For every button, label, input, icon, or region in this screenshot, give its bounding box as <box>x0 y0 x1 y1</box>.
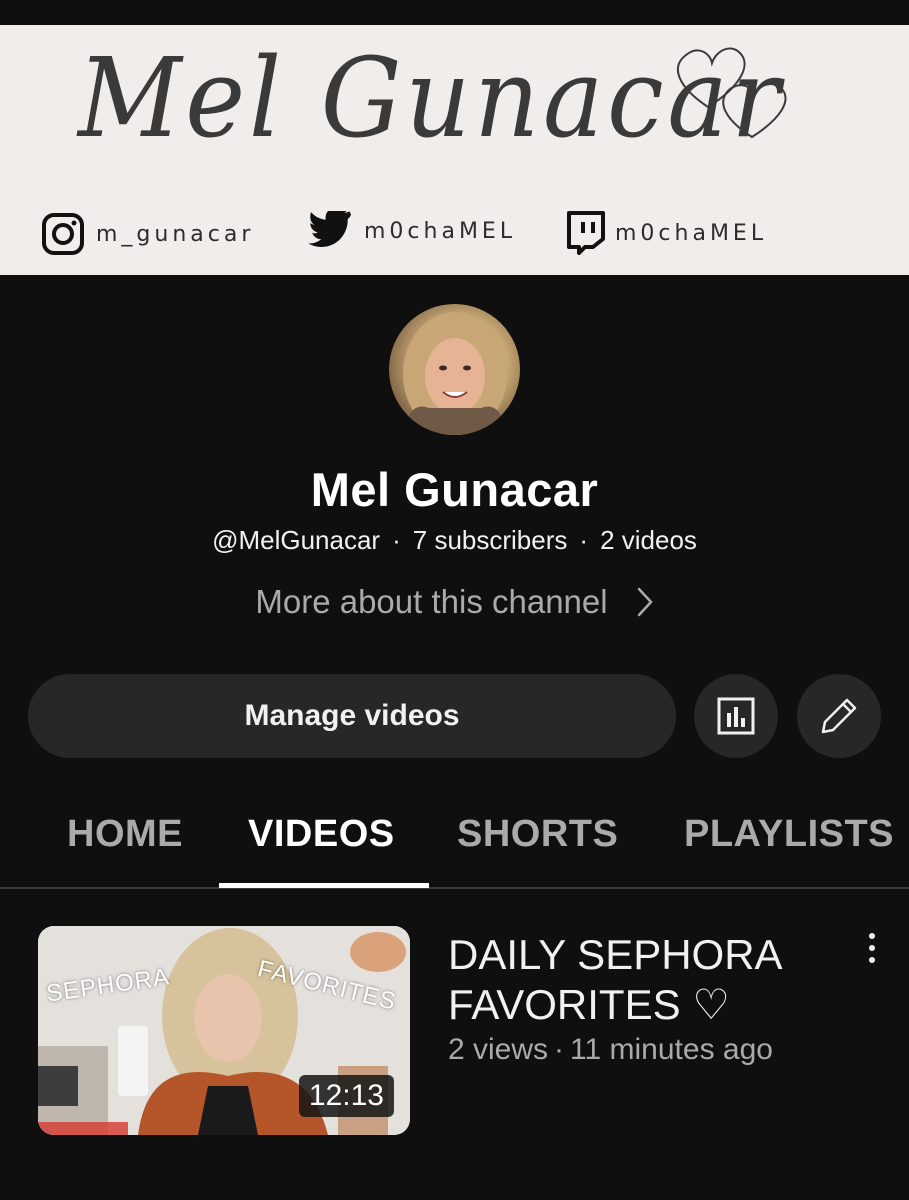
twitter-icon <box>308 211 352 247</box>
separator-dot: · <box>579 525 589 555</box>
tab-videos[interactable]: VIDEOS <box>248 813 395 856</box>
twitch-link: m0chaMEL <box>565 211 767 255</box>
video-age: 11 minutes ago <box>570 1033 773 1066</box>
video-thumbnail[interactable]: SEPHORA FAVORITES 12:13 <box>38 926 410 1135</box>
video-title[interactable]: DAILY SEPHORA FAVORITES ♡ <box>448 930 848 1030</box>
pencil-icon <box>821 698 857 734</box>
instagram-icon <box>42 213 84 255</box>
separator-dot: · <box>392 525 401 555</box>
manage-videos-button[interactable]: Manage videos <box>28 674 676 758</box>
tab-home[interactable]: HOME <box>67 813 183 856</box>
kebab-menu-icon <box>869 933 875 963</box>
twitter-link: m0chaMEL <box>308 211 516 251</box>
channel-banner: Mel Gunacar m_gunacar m0chaMEL m0chaMEL <box>0 25 909 275</box>
channel-handle: @MelGunacar <box>212 525 381 555</box>
analytics-icon <box>717 697 755 735</box>
channel-page: Mel Gunacar m_gunacar m0chaMEL m0chaMEL … <box>0 0 909 1200</box>
status-bar <box>0 0 909 25</box>
hearts-icon <box>676 47 787 139</box>
subscriber-count: 7 subscribers <box>412 525 568 555</box>
more-about-label: More about this channel <box>255 583 608 620</box>
twitch-handle: m0chaMEL <box>615 220 768 246</box>
twitch-icon <box>567 211 605 255</box>
twitter-handle: m0chaMEL <box>364 218 517 244</box>
avatar-image <box>403 312 507 435</box>
channel-tabs: HOME VIDEOS SHORTS PLAYLISTS <box>0 795 909 889</box>
channel-avatar[interactable] <box>389 304 520 435</box>
analytics-button[interactable] <box>694 674 778 758</box>
video-count: 2 videos <box>600 525 697 555</box>
edit-channel-button[interactable] <box>797 674 881 758</box>
instagram-handle: m_gunacar <box>96 221 255 247</box>
tab-playlists[interactable]: PLAYLISTS <box>684 813 894 856</box>
chevron-right-icon <box>637 587 653 617</box>
active-tab-indicator <box>219 883 429 888</box>
video-duration: 12:13 <box>298 1075 394 1117</box>
channel-name: Mel Gunacar <box>310 463 599 516</box>
channel-meta: @MelGunacar · 7 subscribers · 2 videos <box>0 525 909 556</box>
instagram-link: m_gunacar <box>40 211 254 257</box>
tab-shorts[interactable]: SHORTS <box>457 813 618 856</box>
video-meta: 2 views · 11 minutes ago <box>448 1033 773 1067</box>
more-about-link[interactable]: More about this channel <box>0 583 909 621</box>
separator-dot: · <box>554 1033 565 1066</box>
video-views: 2 views <box>448 1033 549 1066</box>
more-options-button[interactable] <box>858 930 886 966</box>
